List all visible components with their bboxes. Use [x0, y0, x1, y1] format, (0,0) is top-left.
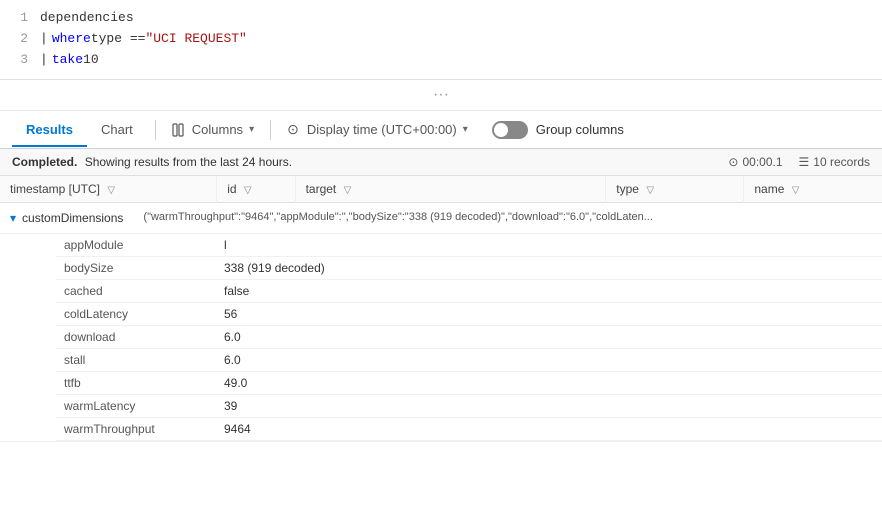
sub-dimension-row: appModule l	[56, 234, 882, 257]
sub-value-7: 39	[216, 395, 882, 418]
sub-dimensions-table: appModule l bodySize 338 (919 decoded) c…	[56, 234, 882, 441]
tab-divider-2	[270, 120, 271, 140]
records-icon: ☰	[799, 155, 810, 169]
clock-icon: ⊙	[287, 121, 299, 138]
sub-value-8: 9464	[216, 418, 882, 441]
code-line-1: 1 dependencies	[0, 8, 882, 29]
sub-key-6: ttfb	[56, 372, 216, 395]
tab-divider	[155, 120, 156, 140]
filter-icon-target[interactable]: ▽	[344, 185, 352, 196]
code-editor[interactable]: 1 dependencies 2 | where type == "UCI RE…	[0, 0, 882, 80]
keyword-where: where	[52, 29, 91, 50]
tab-results[interactable]: Results	[12, 114, 87, 147]
filter-icon-name[interactable]: ▽	[792, 185, 800, 196]
ellipsis-separator: ···	[0, 80, 882, 111]
code-type-expr: type ==	[91, 29, 146, 50]
group-columns-switch[interactable]	[492, 121, 528, 139]
col-label-target: target	[306, 182, 337, 196]
showing-text: Showing results from the last 24 hours.	[85, 155, 292, 169]
sub-value-6: 49.0	[216, 372, 882, 395]
line-number-2: 2	[8, 29, 28, 50]
sub-dimension-row: coldLatency 56	[56, 303, 882, 326]
sub-key-1: bodySize	[56, 257, 216, 280]
sub-dimension-row: bodySize 338 (919 decoded)	[56, 257, 882, 280]
code-line-2: 2 | where type == "UCI REQUEST"	[0, 29, 882, 50]
col-header-target[interactable]: target ▽	[295, 176, 606, 203]
display-time-button[interactable]: ⊙ Display time (UTC+00:00) ▾	[279, 117, 476, 142]
sub-value-0: l	[216, 234, 882, 257]
custom-dimensions-label: customDimensions	[22, 211, 123, 225]
columns-chevron-icon: ▾	[249, 124, 254, 135]
table-row: appModule l bodySize 338 (919 decoded) c…	[0, 234, 882, 442]
sub-key-5: stall	[56, 349, 216, 372]
tabs-bar: Results Chart Columns ▾ ⊙ Display time (…	[0, 111, 882, 149]
keyword-take: take	[52, 50, 83, 71]
sub-value-3: 56	[216, 303, 882, 326]
columns-button[interactable]: Columns ▾	[164, 118, 262, 141]
records-count: ☰ 10 records	[799, 155, 870, 169]
columns-label: Columns	[192, 122, 243, 137]
clock-icon-2: ⊙	[728, 155, 738, 169]
sub-dimension-row: warmThroughput 9464	[56, 418, 882, 441]
group-columns-label: Group columns	[536, 122, 624, 137]
expand-chevron-icon[interactable]: ▾	[10, 211, 16, 225]
code-line-3: 3 | take 10	[0, 50, 882, 71]
sub-key-2: cached	[56, 280, 216, 303]
col-header-timestamp[interactable]: timestamp [UTC] ▽	[0, 176, 217, 203]
custom-dimensions-end-preview: ,"bodySize":"338 (919 decoded)","downloa…	[346, 211, 653, 223]
tab-chart[interactable]: Chart	[87, 114, 147, 147]
sub-key-8: warmThroughput	[56, 418, 216, 441]
code-string-uci: "UCI REQUEST"	[145, 29, 246, 50]
col-label-name: name	[754, 182, 784, 196]
records-value: 10 records	[813, 155, 870, 169]
sub-dimension-row: warmLatency 39	[56, 395, 882, 418]
sub-dimension-row: download 6.0	[56, 326, 882, 349]
sub-key-3: coldLatency	[56, 303, 216, 326]
sub-value-1: 338 (919 decoded)	[216, 257, 882, 280]
sub-key-0: appModule	[56, 234, 216, 257]
expanded-cell: ▾ customDimensions ("warmThroughput":"94…	[0, 203, 882, 234]
completed-label: Completed.	[12, 155, 77, 169]
code-take-value: 10	[83, 50, 99, 71]
sub-key-7: warmLatency	[56, 395, 216, 418]
results-table: timestamp [UTC] ▽ id ▽ target ▽ type ▽ n…	[0, 176, 882, 442]
group-columns-toggle[interactable]: Group columns	[492, 121, 624, 139]
status-bar: Completed. Showing results from the last…	[0, 149, 882, 176]
table-row-expanded[interactable]: ▾ customDimensions ("warmThroughput":"94…	[0, 203, 882, 234]
display-time-label: Display time (UTC+00:00)	[307, 122, 457, 137]
sub-value-2: false	[216, 280, 882, 303]
sub-dimension-row: ttfb 49.0	[56, 372, 882, 395]
status-text: Completed. Showing results from the last…	[12, 155, 292, 169]
col-header-type[interactable]: type ▽	[606, 176, 744, 203]
sub-key-4: download	[56, 326, 216, 349]
sub-dimension-row: cached false	[56, 280, 882, 303]
col-label-type: type	[616, 182, 639, 196]
line-number-1: 1	[8, 8, 28, 29]
results-table-container[interactable]: timestamp [UTC] ▽ id ▽ target ▽ type ▽ n…	[0, 176, 882, 442]
custom-dimensions-preview: ("warmThroughput":"9464","appModule":"	[143, 211, 345, 223]
pipe-3: |	[40, 50, 48, 71]
filter-icon-type[interactable]: ▽	[646, 185, 654, 196]
sub-value-4: 6.0	[216, 326, 882, 349]
col-label-id: id	[227, 182, 236, 196]
display-time-chevron-icon: ▾	[463, 124, 468, 135]
execution-time: ⊙ 00:00.1	[728, 155, 782, 169]
sub-table-cell: appModule l bodySize 338 (919 decoded) c…	[0, 234, 882, 442]
status-right: ⊙ 00:00.1 ☰ 10 records	[728, 155, 870, 169]
col-header-name[interactable]: name ▽	[744, 176, 882, 203]
pipe-2: |	[40, 29, 48, 50]
filter-icon-timestamp[interactable]: ▽	[107, 185, 115, 196]
sub-dimension-row: stall 6.0	[56, 349, 882, 372]
time-value: 00:00.1	[742, 155, 782, 169]
line-number-3: 3	[8, 50, 28, 71]
filter-icon-id[interactable]: ▽	[244, 185, 252, 196]
col-label-timestamp: timestamp [UTC]	[10, 182, 100, 196]
code-content-1: dependencies	[40, 8, 134, 29]
col-header-id[interactable]: id ▽	[217, 176, 295, 203]
sub-value-5: 6.0	[216, 349, 882, 372]
table-header-row: timestamp [UTC] ▽ id ▽ target ▽ type ▽ n…	[0, 176, 882, 203]
columns-icon	[172, 123, 186, 137]
